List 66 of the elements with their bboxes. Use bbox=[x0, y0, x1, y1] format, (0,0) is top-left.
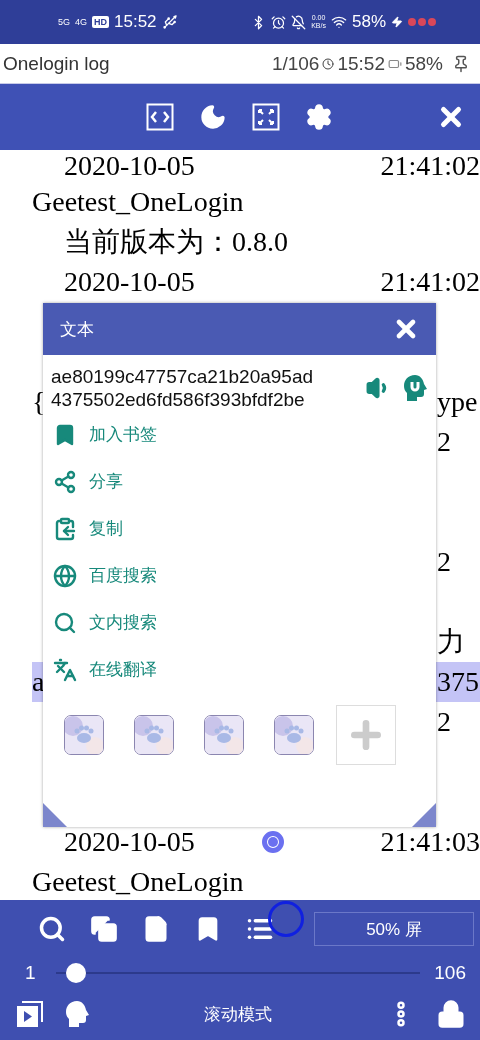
log-date: 2020-10-05 bbox=[64, 150, 195, 182]
log-text: 2 bbox=[437, 546, 451, 578]
network-label: 5G bbox=[58, 17, 70, 27]
log-text: 375 bbox=[437, 666, 479, 698]
battery-label: 58% bbox=[404, 52, 443, 75]
log-text: 2 bbox=[437, 706, 451, 738]
zoom-button[interactable]: 50% 屏 bbox=[314, 912, 474, 946]
page-end: 106 bbox=[434, 962, 466, 984]
log-time: 21:41:02 bbox=[380, 150, 480, 182]
log-text: 力 bbox=[437, 625, 465, 659]
battery-level: 58% bbox=[351, 12, 386, 32]
wifi-icon bbox=[330, 14, 347, 30]
menu-item[interactable]: 加入书签 bbox=[43, 411, 436, 458]
lock-icon[interactable] bbox=[436, 999, 466, 1029]
menu-item[interactable]: 复制 bbox=[43, 505, 436, 552]
search-icon[interactable] bbox=[38, 915, 66, 943]
moon-icon[interactable] bbox=[199, 103, 227, 131]
menu-item[interactable]: 百度搜索 bbox=[43, 552, 436, 599]
settings-icon[interactable] bbox=[305, 103, 333, 131]
dots-icon bbox=[408, 18, 436, 26]
fit-width-icon[interactable] bbox=[146, 103, 174, 131]
page-start: 1 bbox=[25, 962, 36, 984]
translate-icon bbox=[53, 657, 77, 682]
share-icon bbox=[53, 469, 77, 494]
clock-icon bbox=[322, 57, 335, 70]
log-tag: Geetest_OneLogin bbox=[32, 186, 244, 218]
slider-thumb[interactable] bbox=[65, 963, 86, 983]
mode-label[interactable]: 滚动模式 bbox=[110, 1002, 366, 1026]
bell-off-icon bbox=[291, 14, 307, 30]
globe-icon bbox=[53, 563, 77, 588]
log-time: 21:41:03 bbox=[380, 826, 480, 858]
head-icon[interactable] bbox=[402, 374, 428, 402]
menu-item[interactable]: 分享 bbox=[43, 458, 436, 505]
charging-icon bbox=[391, 16, 403, 28]
menu-item[interactable]: 文内搜索 bbox=[43, 599, 436, 646]
resize-handle[interactable] bbox=[43, 803, 67, 827]
selected-text: ae80199c47757ca21b20a95ad 4375502ed6fd586f393bfdf2be bbox=[51, 365, 315, 411]
log-text: ype bbox=[437, 386, 478, 418]
pages-icon[interactable] bbox=[90, 915, 118, 943]
log-text: a bbox=[32, 666, 45, 698]
dialog-title: 文本 bbox=[60, 318, 94, 341]
log-time: 21:41:02 bbox=[380, 266, 480, 298]
head-icon[interactable] bbox=[64, 1000, 90, 1028]
position-marker[interactable] bbox=[261, 831, 284, 853]
pin-icon[interactable] bbox=[452, 54, 470, 73]
log-tag: Geetest_OneLogin bbox=[32, 866, 244, 898]
touch-indicator bbox=[268, 901, 304, 937]
network-label: 4G bbox=[75, 17, 88, 27]
resize-handle[interactable] bbox=[412, 803, 436, 827]
search-icon bbox=[53, 610, 77, 635]
fullscreen-icon[interactable] bbox=[252, 103, 280, 131]
alarm-icon bbox=[271, 14, 287, 30]
log-date: 2020-10-05 bbox=[64, 266, 195, 298]
log-text: { bbox=[32, 386, 46, 418]
page-counter: 1/106 bbox=[271, 52, 320, 75]
play-icon[interactable] bbox=[16, 1000, 44, 1028]
hd-badge: HD bbox=[92, 16, 110, 28]
log-date: 2020-10-05 bbox=[64, 826, 195, 858]
log-message: 当前版本为：0.8.0 bbox=[64, 225, 288, 259]
clock: 15:52 bbox=[114, 12, 157, 32]
usb-icon bbox=[161, 14, 178, 30]
menu-item[interactable]: 在线翻译 bbox=[43, 646, 436, 693]
clipboard-icon bbox=[53, 516, 77, 541]
log-text: 2 bbox=[437, 426, 451, 458]
window-title: Onelogin log bbox=[3, 52, 110, 75]
time-label: 15:52 bbox=[337, 52, 385, 75]
